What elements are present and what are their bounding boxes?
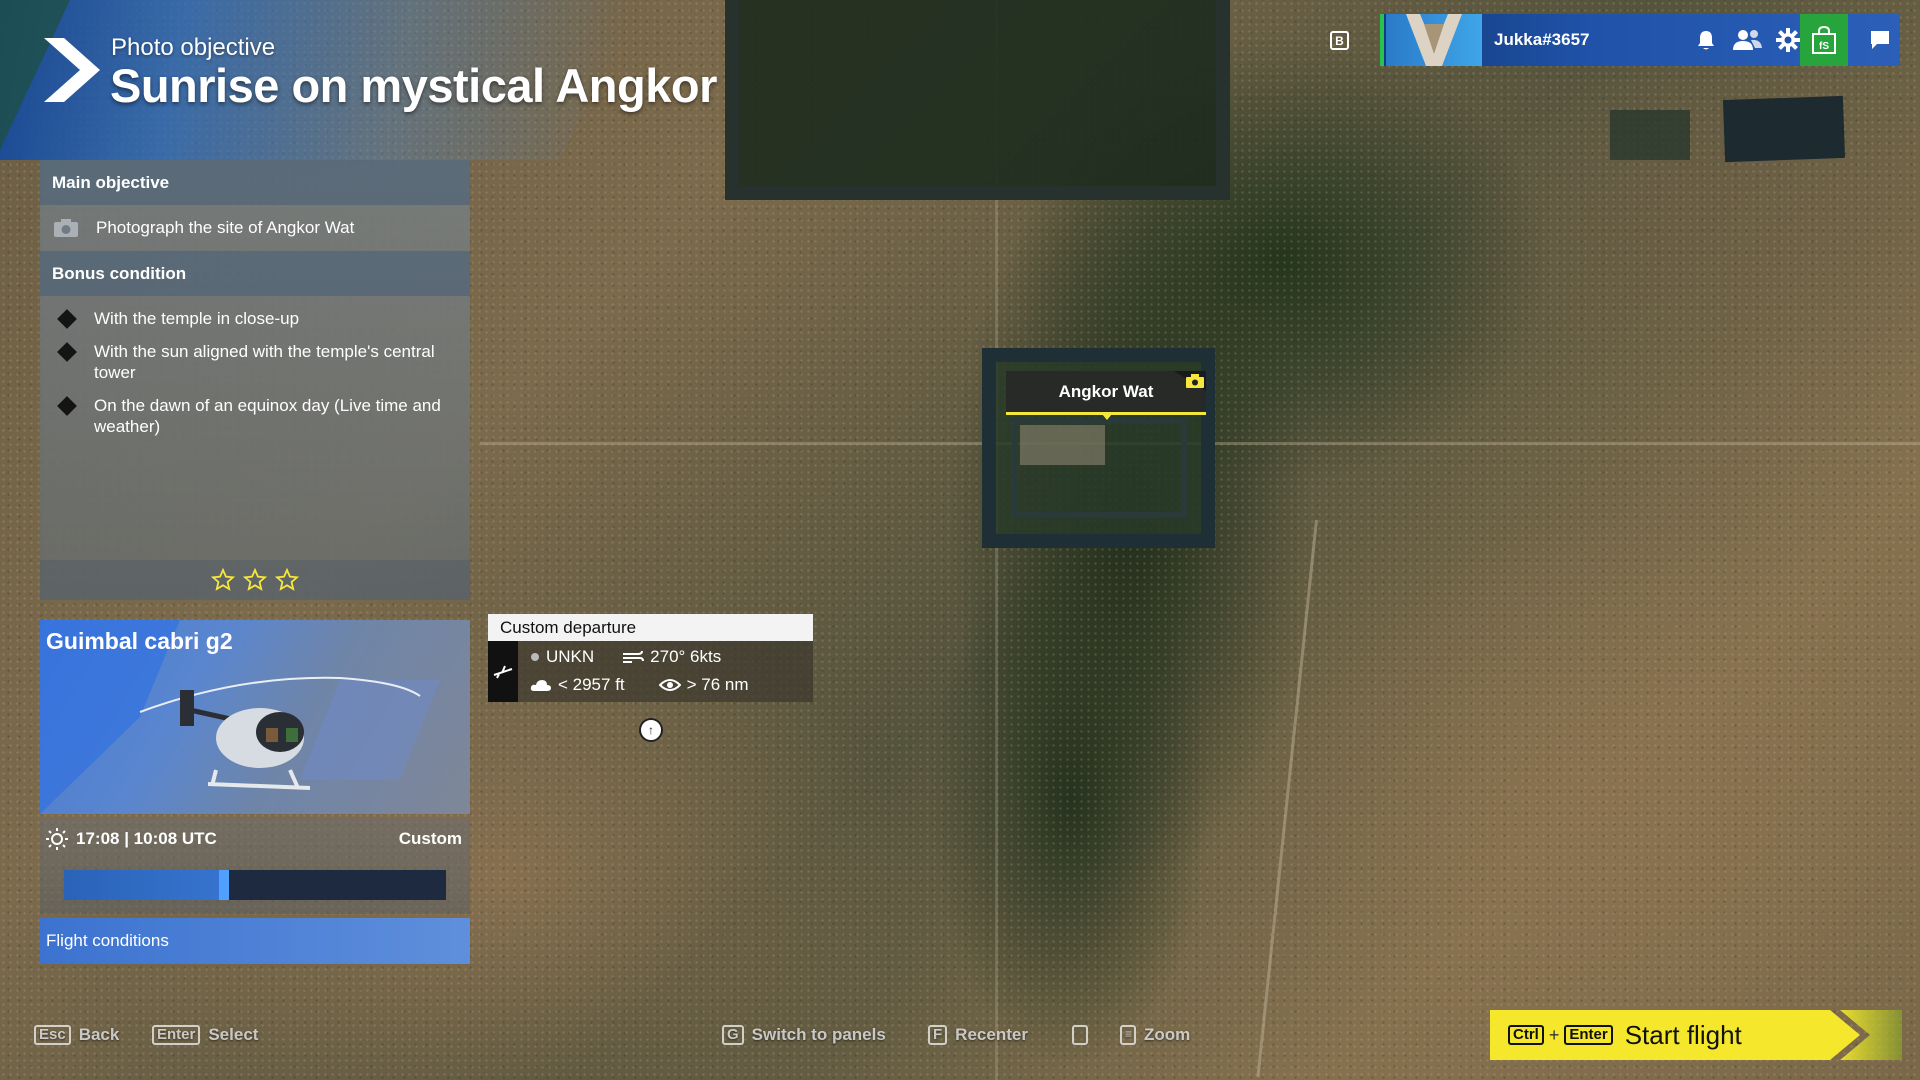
cloud-icon [530,680,551,691]
star-icon [275,568,299,591]
user-bar: Jukka#3657 fS [1380,14,1900,66]
aircraft-name: Guimbal cabri g2 [46,628,233,654]
departure-plane-icon [488,641,518,702]
star-rating [40,560,470,600]
camera-icon [54,219,78,237]
bell-icon[interactable] [1692,26,1720,54]
back-hint[interactable]: Esc Back [34,1024,119,1046]
departure-wind: 270° 6kts [650,647,722,666]
sun-icon [46,828,68,850]
departure-visibility: > 76 nm [686,675,749,694]
departure-title: Custom departure [488,614,813,641]
zoom-hint[interactable]: ≡ Zoom [1072,1024,1190,1046]
bonus-condition-header: Bonus condition [40,251,470,296]
flight-conditions-button[interactable]: Flight conditions [40,918,470,964]
g-key: G [722,1025,744,1045]
chat-icon[interactable] [1866,26,1894,54]
main-objective-header: Main objective [40,160,470,205]
back-label: Back [78,1025,120,1044]
poi-label-angkor-wat[interactable]: Angkor Wat [1006,371,1206,415]
gear-icon[interactable] [1774,26,1802,54]
avatar[interactable] [1386,14,1482,66]
main-objective-text: Photograph the site of Angkor Wat [96,218,355,237]
f-key: F [928,1025,948,1045]
start-flight-label: Start flight [1624,1019,1742,1050]
bonus-item: With the temple in close-up [40,308,470,329]
diamond-icon [57,309,77,329]
marketplace-icon[interactable]: fS [1800,14,1848,66]
zoom-in-key-icon: ≡ [1120,1025,1136,1045]
bonus-item-text: With the sun aligned with the temple's c… [94,342,435,382]
switch-panels-label: Switch to panels [751,1025,886,1044]
zoom-label: Zoom [1144,1025,1191,1044]
enter-key: Enter [152,1025,201,1045]
recenter-hint[interactable]: F Recenter [928,1024,1028,1046]
zoom-out-key-icon [1072,1025,1088,1045]
select-hint[interactable]: Enter Select [152,1024,258,1046]
bonus-item: On the dawn of an equinox day (Live time… [40,395,470,437]
bonus-item: With the sun aligned with the temple's c… [40,341,470,383]
bonus-item-text: On the dawn of an equinox day (Live time… [94,396,441,436]
time-text: 17:08 | 10:08 UTC [76,829,217,848]
main-objective-row[interactable]: Photograph the site of Angkor Wat [40,205,470,251]
departure-pin-icon[interactable]: ↑ [639,718,663,742]
ctrl-key: Ctrl [1508,1025,1544,1045]
time-slider-fill [64,870,225,900]
chevron-right-icon [44,38,100,102]
plus-icon: + [1548,1024,1560,1045]
user-accent [1380,14,1384,66]
star-icon [243,568,267,591]
star-icon [211,568,235,591]
page-title: Sunrise on mystical Angkor [110,59,717,112]
poi-pointer [1102,414,1112,420]
switch-panels-hint[interactable]: G Switch to panels [722,1024,886,1046]
recenter-label: Recenter [955,1025,1028,1044]
esc-key: Esc [34,1025,71,1045]
map-moat-north [725,0,1230,200]
map-temple [1020,425,1105,465]
status-dot-icon [531,653,539,661]
eye-icon [658,679,681,691]
map-pond [1722,95,1846,163]
username[interactable]: Jukka#3657 [1494,14,1589,66]
time-panel: 17:08 | 10:08 UTC Custom [40,818,470,914]
departure-cloud: < 2957 ft [558,675,625,694]
aircraft-card[interactable]: Guimbal cabri g2 [40,620,470,814]
select-label: Select [208,1025,259,1044]
wind-icon [623,650,645,663]
map-pond [1610,110,1690,160]
friends-icon[interactable] [1730,26,1764,54]
time-row: 17:08 | 10:08 UTC Custom [40,818,470,860]
departure-popup[interactable]: Custom departure UNKN 270° 6kts < 2957 f… [488,614,813,702]
time-mode[interactable]: Custom [399,829,462,849]
poi-label: Angkor Wat [1058,381,1154,401]
keybind-hint: B [1330,31,1349,50]
diamond-icon [57,396,77,416]
diamond-icon [57,342,77,362]
camera-icon [1186,374,1204,388]
bonus-item-text: With the temple in close-up [94,309,300,328]
time-slider-handle[interactable] [219,870,230,900]
departure-airport: UNKN [546,647,595,666]
objectives-panel: Main objective Photograph the site of An… [40,160,470,600]
departure-row: UNKN 270° 6kts [530,647,721,667]
svg-text:fS: fS [1819,41,1829,52]
departure-row: < 2957 ft > 76 nm [530,675,749,695]
time-slider[interactable] [64,870,446,900]
bonus-list: With the temple in close-up With the sun… [40,296,470,437]
enter-key: Enter [1564,1025,1613,1045]
departure-details: UNKN 270° 6kts < 2957 ft > 76 nm [488,641,813,702]
